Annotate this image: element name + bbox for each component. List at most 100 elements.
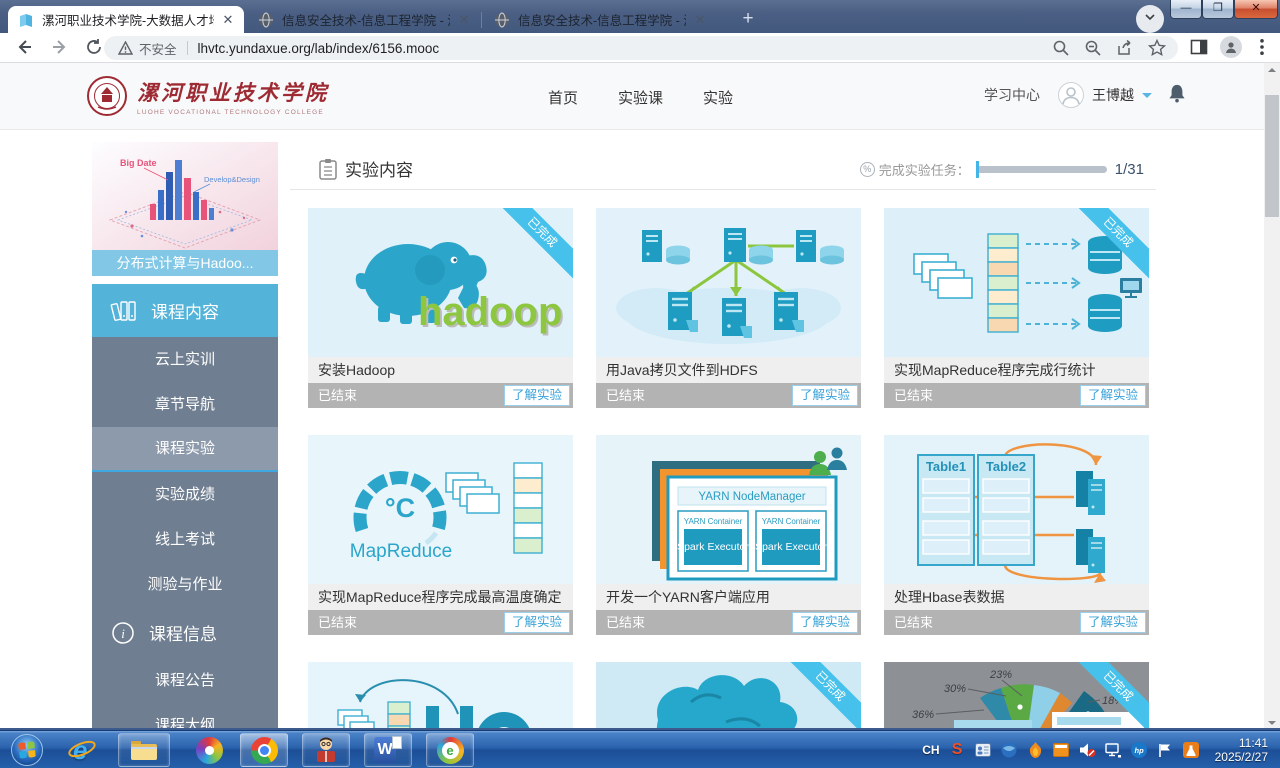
book-favicon-icon <box>18 12 34 28</box>
sidebar-section-course-info[interactable]: i 课程信息 <box>92 607 278 658</box>
experiment-card[interactable]: hadoop hadoop 已完成 安装Hadoop 已结束 了解实验 <box>308 208 573 408</box>
taskbar-clock[interactable]: 11:41 2025/2/27 <box>1215 736 1272 764</box>
browser-tab-1[interactable]: 漯河职业技术学院-大数据人才培 ✕ <box>8 6 244 33</box>
know-experiment-button[interactable]: 了解实验 <box>792 612 858 633</box>
browser-tab-2[interactable]: 信息安全技术-信息工程学院 - 漯 ✕ <box>248 6 480 33</box>
sidebar-item-course-announcements[interactable]: 课程公告 <box>92 658 278 703</box>
tab-close-icon[interactable]: ✕ <box>692 12 708 28</box>
id-card-tray-icon[interactable] <box>975 742 992 759</box>
browser-tab-3[interactable]: 信息安全技术-信息工程学院 - 漯 ✕ <box>484 6 716 33</box>
progress-value: 1/31 <box>1115 161 1144 178</box>
card-image-yarn: YARN NodeManager YARN Container Spark Ex… <box>596 435 861 584</box>
taskbar-chrome-icon[interactable] <box>240 733 288 767</box>
side-panel-icon[interactable] <box>1190 38 1208 56</box>
user-dropdown-caret-icon[interactable] <box>1142 93 1152 103</box>
sidebar-item-course-experiments[interactable]: 课程实验 <box>92 427 278 472</box>
security-chip[interactable]: 不安全 <box>104 39 198 58</box>
forward-button[interactable] <box>50 37 72 59</box>
experiment-card[interactable]: 用Java拷贝文件到HDFS 已结束 了解实验 <box>596 208 861 408</box>
know-experiment-button[interactable]: 了解实验 <box>1080 612 1146 633</box>
hadoop-wordmark: hadoop <box>418 290 562 334</box>
site-logo[interactable]: 漯河职业技术学院 LUOHE VOCATIONAL TECHNOLOGY COL… <box>86 75 329 117</box>
share-icon[interactable] <box>1116 39 1134 57</box>
window-maximize-button[interactable]: ❐ <box>1202 0 1234 19</box>
network-display-tray-icon[interactable] <box>1105 742 1122 759</box>
sidebar-section-course-content[interactable]: 课程内容 <box>92 284 278 337</box>
experiment-card[interactable]: YARN NodeManager YARN Container Spark Ex… <box>596 435 861 635</box>
taskbar-ie-icon[interactable]: e <box>60 733 104 767</box>
sidebar-item-chapter-nav[interactable]: 章节导航 <box>92 382 278 427</box>
sidebar-item-online-exam[interactable]: 线上考试 <box>92 517 278 562</box>
taskbar-green-e-browser-icon[interactable]: e <box>426 733 474 767</box>
progress-section: % 完成实验任务： 1/31 <box>860 160 1144 179</box>
globe-tray-icon[interactable] <box>1001 742 1018 759</box>
clipboard-icon <box>318 158 338 180</box>
globe-favicon-icon <box>258 12 274 28</box>
page-scrollbar[interactable] <box>1264 63 1280 730</box>
sidebar-item-experiment-grades[interactable]: 实验成绩 <box>92 472 278 517</box>
tab-close-icon[interactable]: ✕ <box>456 12 472 28</box>
scrollbar-thumb[interactable] <box>1265 95 1279 217</box>
course-title[interactable]: 分布式计算与Hadoo... <box>92 250 278 276</box>
yarn-container-label: YARN Container <box>762 517 821 526</box>
notification-bell-icon[interactable] <box>1168 83 1186 108</box>
browser-profile-avatar[interactable] <box>1220 36 1242 58</box>
learning-center-link[interactable]: 学习中心 <box>984 85 1040 105</box>
experiment-card[interactable]: 已完成 <box>596 662 861 730</box>
url-text[interactable]: lhvtc.yundaxue.org/lab/index/6156.mooc <box>198 41 440 56</box>
search-icon[interactable] <box>1052 39 1070 57</box>
sogou-icon[interactable]: S <box>949 742 966 759</box>
address-bar[interactable]: 不安全 lhvtc.yundaxue.org/lab/index/6156.mo… <box>104 36 1178 60</box>
tab-search-chevron-icon[interactable] <box>1136 5 1164 33</box>
know-experiment-button[interactable]: 了解实验 <box>1080 385 1146 406</box>
tab-close-icon[interactable]: ✕ <box>220 12 236 28</box>
experiment-card[interactable]: 已完成 实现MapReduce程序完成行统计 已结束 了解实验 <box>884 208 1149 408</box>
card-image-partial-1 <box>308 662 573 730</box>
back-button[interactable] <box>14 37 36 59</box>
experiment-card[interactable]: 36% 30% 23% 18% 16% 已完成 <box>884 662 1149 730</box>
sidebar-section-label: 课程信息 <box>149 620 217 645</box>
language-indicator[interactable]: CH <box>922 743 939 757</box>
taskbar-dictionary-app-icon[interactable] <box>302 733 350 767</box>
nav-home[interactable]: 首页 <box>548 87 578 108</box>
sidebar-item-quiz-homework[interactable]: 测验与作业 <box>92 562 278 607</box>
orange-window-tray-icon[interactable] <box>1053 742 1070 759</box>
muted-speaker-tray-icon[interactable] <box>1079 742 1096 759</box>
action-center-flag-icon[interactable] <box>1157 742 1174 759</box>
taskbar-pinwheel-browser-icon[interactable] <box>186 733 232 767</box>
know-experiment-button[interactable]: 了解实验 <box>792 385 858 406</box>
experiment-card[interactable] <box>308 662 573 730</box>
know-experiment-button[interactable]: 了解实验 <box>504 385 570 406</box>
new-tab-button[interactable]: + <box>736 8 760 32</box>
scrollbar-up-arrow-icon[interactable] <box>1268 68 1276 72</box>
browser-menu-dots-icon[interactable] <box>1254 38 1270 56</box>
taskbar-explorer-icon[interactable] <box>118 733 170 767</box>
browser-toolbar: 不安全 lhvtc.yundaxue.org/lab/index/6156.mo… <box>0 33 1280 63</box>
experiment-card[interactable]: Table1 Table2 <box>884 435 1149 635</box>
flame-shield-tray-icon[interactable] <box>1027 742 1044 759</box>
course-banner-image: Big Date Develop&Design <box>92 142 278 250</box>
user-avatar[interactable] <box>1058 82 1084 108</box>
nav-lab-course[interactable]: 实验课 <box>618 87 663 108</box>
sidebar-item-course-outline[interactable]: 课程大纲 <box>92 703 278 730</box>
scrollbar-down-arrow-icon[interactable] <box>1268 721 1276 725</box>
card-footer: 已结束 了解实验 <box>884 610 1149 635</box>
start-button[interactable] <box>8 733 46 767</box>
window-minimize-button[interactable]: — <box>1170 0 1202 19</box>
zoom-out-icon[interactable] <box>1084 39 1102 57</box>
bookmark-star-icon[interactable] <box>1148 39 1166 57</box>
site-header: 漯河职业技术学院 LUOHE VOCATIONAL TECHNOLOGY COL… <box>0 63 1264 130</box>
flask-tray-icon[interactable] <box>1183 742 1200 759</box>
experiment-card[interactable]: °C MapReduce 实现MapReduce程序完成最高温度确定 已结束 了… <box>308 435 573 635</box>
card-title: 实现MapReduce程序完成行统计 <box>884 357 1149 383</box>
username[interactable]: 王博越 <box>1092 85 1134 105</box>
nav-lab[interactable]: 实验 <box>703 87 733 108</box>
know-experiment-button[interactable]: 了解实验 <box>504 612 570 633</box>
reload-button[interactable] <box>84 37 106 59</box>
taskbar-word-icon[interactable]: W <box>364 733 412 767</box>
card-footer: 已结束 了解实验 <box>884 383 1149 408</box>
sidebar-item-cloud-training[interactable]: 云上实训 <box>92 337 278 382</box>
window-close-button[interactable]: ✕ <box>1234 0 1278 19</box>
hp-tray-icon[interactable]: hp <box>1131 742 1148 759</box>
system-tray: CH S hp <box>922 731 1272 768</box>
